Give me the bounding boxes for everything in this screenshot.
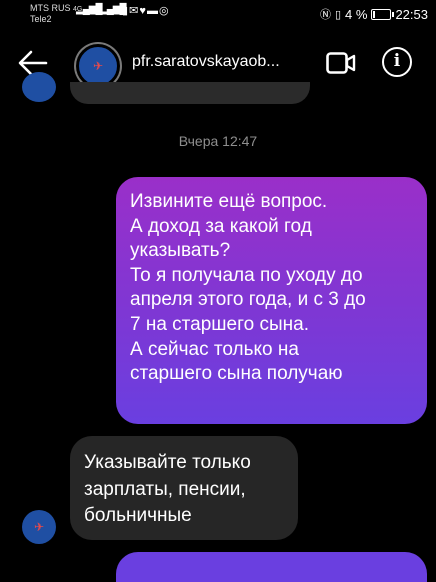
sender-avatar-previous bbox=[22, 72, 56, 102]
next-outgoing-bubble bbox=[116, 552, 427, 582]
incoming-message-bubble[interactable]: Указывайте только зарплаты, пенсии, боль… bbox=[70, 436, 298, 540]
message-line: То я получала по уходу до bbox=[130, 264, 363, 286]
date-separator: Вчера 12:47 bbox=[178, 133, 258, 149]
message-line: зарплаты, пенсии, bbox=[84, 478, 246, 500]
outgoing-message-bubble[interactable]: Извините ещё вопрос. А доход за какой го… bbox=[116, 177, 427, 424]
notification-icons: ▮ ✉ ♥ ▬ ◎ bbox=[122, 5, 169, 17]
nfc-icon: Ⓝ bbox=[319, 9, 331, 21]
video-call-icon[interactable] bbox=[326, 52, 356, 74]
clock: 22:53 bbox=[395, 6, 428, 22]
carrier-2-label: Tele2 bbox=[30, 14, 52, 24]
status-bar: MTS RUS 4G Tele2 ▂▄▆█ ▂▄▆█ ▮ ✉ ♥ ▬ ◎ Ⓝ ▯… bbox=[0, 0, 436, 28]
message-line: Указывайте только bbox=[84, 452, 251, 473]
sender-avatar[interactable]: ✈ bbox=[22, 510, 56, 544]
message-line: 7 на старшего сына. bbox=[130, 313, 309, 335]
vibrate-icon: ▯ bbox=[334, 8, 342, 21]
message-line: больничные bbox=[84, 505, 192, 526]
message-line: Извините ещё вопрос. bbox=[130, 191, 328, 212]
contact-name[interactable]: pfr.saratovskayaob... bbox=[132, 53, 280, 71]
message-line: старшего сына получаю bbox=[130, 363, 343, 385]
battery-icon bbox=[371, 8, 395, 20]
logo-icon: ✈ bbox=[33, 520, 45, 534]
status-right: Ⓝ ▯ 4 % 22:53 bbox=[320, 6, 428, 22]
carrier-1-label: MTS RUS 4G bbox=[30, 3, 83, 13]
battery-percent: 4 % bbox=[345, 6, 368, 22]
message-line: А доход за какой год bbox=[130, 215, 312, 237]
info-icon[interactable]: i bbox=[382, 47, 412, 77]
previous-message-bubble bbox=[70, 82, 310, 104]
message-line: указывать? bbox=[130, 240, 231, 262]
message-line: апреля этого года, и с 3 до bbox=[130, 289, 366, 311]
message-line: А сейчас только на bbox=[130, 338, 299, 360]
signal-1-icon: ▂▄▆█ bbox=[76, 4, 103, 15]
logo-icon: ✈ bbox=[92, 59, 104, 73]
